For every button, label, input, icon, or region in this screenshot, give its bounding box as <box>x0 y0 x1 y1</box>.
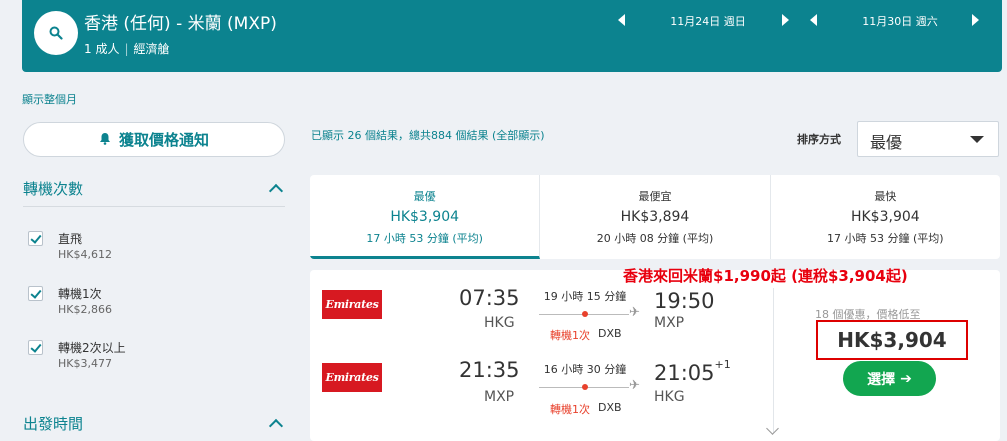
stops-text: 轉機1次 <box>550 403 590 416</box>
select-button-label: 選擇 <box>867 371 896 388</box>
search-icon <box>49 26 63 40</box>
flight-result-card[interactable]: 香港來回米蘭$1,990起 (連稅$3,904起) Emirates 07:35… <box>310 267 1000 441</box>
divider <box>23 206 285 207</box>
route-title[interactable]: 香港 (任何) - 米蘭 (MXP) <box>84 9 277 34</box>
arrive-airport: MXP <box>654 315 685 331</box>
tab-price: HK$3,904 <box>390 209 460 225</box>
prev-depart-date-icon[interactable] <box>618 14 625 26</box>
stop-dot <box>582 384 588 390</box>
checkbox[interactable] <box>28 286 43 301</box>
plane-icon: ✈ <box>629 378 640 393</box>
divider <box>773 288 774 433</box>
depart-date[interactable]: 11月24日 週日 <box>648 13 768 29</box>
via-airport: DXB <box>598 401 622 414</box>
stop-option-price: HK$4,612 <box>58 248 112 261</box>
stop-option-price: HK$2,866 <box>58 303 112 316</box>
tab-name: 最快 <box>874 190 897 203</box>
tab-price: HK$3,894 <box>620 209 690 225</box>
depart-airport: HKG <box>484 315 515 331</box>
depart-time: 07:35 <box>459 286 520 310</box>
stop-option-price: HK$3,477 <box>58 357 112 370</box>
price-value: HK$3,904 <box>837 328 947 352</box>
sort-value: 最優 <box>870 133 903 152</box>
prev-return-date-icon[interactable] <box>810 14 817 26</box>
arrow-right-icon: ➔ <box>900 370 912 387</box>
stop-option-label: 直飛 <box>58 232 83 246</box>
airline-logo: Emirates <box>322 290 382 319</box>
stops-filter-title: 轉機次數 <box>23 180 84 198</box>
checkbox[interactable] <box>28 231 43 246</box>
tab-duration: 20 小時 08 分鐘 (平均) <box>596 232 714 245</box>
checkbox[interactable] <box>28 340 43 355</box>
tab-duration: 17 小時 53 分鐘 (平均) <box>366 232 483 245</box>
chevron-down-icon[interactable] <box>766 422 779 435</box>
arrive-day-offset: +1 <box>714 358 731 371</box>
arrive-time: 21:05+1 <box>654 358 731 385</box>
flight-duration: 16 小時 30 分鐘 <box>543 363 627 376</box>
return-date[interactable]: 11月30日 週六 <box>840 13 960 29</box>
results-count[interactable]: 已顯示 26 個結果，總共884 個結果 (全部顯示) <box>311 127 545 143</box>
next-return-date-icon[interactable] <box>972 14 979 26</box>
depart-time: 21:35 <box>459 358 520 382</box>
sort-label: 排序方式 <box>797 133 841 146</box>
promo-text: 香港來回米蘭$1,990起 (連稅$3,904起) <box>623 267 908 285</box>
sort-select[interactable]: 最優 <box>857 121 999 157</box>
stop-option-label: 轉機1次 <box>58 287 102 301</box>
tab-name: 最便宜 <box>638 190 672 203</box>
arrive-time-value: 21:05 <box>654 361 715 385</box>
flight-duration: 19 小時 15 分鐘 <box>543 290 627 303</box>
stops-filter-header[interactable]: 轉機次數 <box>23 178 285 206</box>
airline-logo: Emirates <box>322 363 382 392</box>
arrive-airport: HKG <box>654 389 685 405</box>
tab-best[interactable]: 最優 HK$3,904 17 小時 53 分鐘 (平均) <box>310 175 541 259</box>
select-button[interactable]: 選擇 ➔ <box>843 361 936 396</box>
tab-price: HK$3,904 <box>850 209 920 225</box>
arrive-time: 19:50 <box>654 286 715 313</box>
departure-time-filter-header[interactable]: 出發時間 <box>23 413 285 441</box>
stop-option-one-stop[interactable]: 轉機1次 HK$2,866 <box>28 286 278 326</box>
plane-icon: ✈ <box>629 305 640 320</box>
price-alert-button[interactable]: 獲取價格通知 <box>23 122 285 157</box>
chevron-up-icon[interactable] <box>268 183 284 199</box>
passenger-count: 1 成人 <box>84 42 120 56</box>
tab-duration: 17 小時 53 分鐘 (平均) <box>827 232 944 245</box>
arrive-time-value: 19:50 <box>654 289 715 313</box>
caret-down-icon <box>970 136 984 143</box>
stops-text: 轉機1次 <box>550 329 590 342</box>
departure-time-filter-title: 出發時間 <box>23 415 84 433</box>
chevron-up-icon[interactable] <box>268 418 284 434</box>
stop-option-two-plus[interactable]: 轉機2次以上 HK$3,477 <box>28 340 278 380</box>
stop-dot <box>582 311 588 317</box>
price-alert-label: 獲取價格通知 <box>118 131 209 149</box>
trip-details[interactable]: 1 成人 | 經濟艙 <box>84 40 170 57</box>
via-airport: DXB <box>598 327 622 340</box>
search-summary-bar: 香港 (任何) - 米蘭 (MXP) 1 成人 | 經濟艙 11月24日 週日 11… <box>22 0 1002 72</box>
stop-option-direct[interactable]: 直飛 HK$4,612 <box>28 231 278 271</box>
bell-icon <box>99 131 111 149</box>
stop-option-label: 轉機2次以上 <box>58 341 126 355</box>
tab-name: 最優 <box>413 190 436 203</box>
show-month-link[interactable]: 顯示整個月 <box>22 91 77 107</box>
depart-airport: MXP <box>484 389 515 405</box>
price-highlight: HK$3,904 <box>816 320 968 360</box>
tab-cheapest[interactable]: 最便宜 HK$3,894 20 小時 08 分鐘 (平均) <box>540 175 771 259</box>
tab-fastest[interactable]: 最快 HK$3,904 17 小時 53 分鐘 (平均) <box>771 175 1000 259</box>
edit-search-button[interactable] <box>34 11 78 55</box>
cabin-class: 經濟艙 <box>133 42 170 56</box>
divider: | <box>124 42 129 56</box>
next-depart-date-icon[interactable] <box>782 14 789 26</box>
sort-tabs: 最優 HK$3,904 17 小時 53 分鐘 (平均) 最便宜 HK$3,89… <box>310 175 1000 259</box>
